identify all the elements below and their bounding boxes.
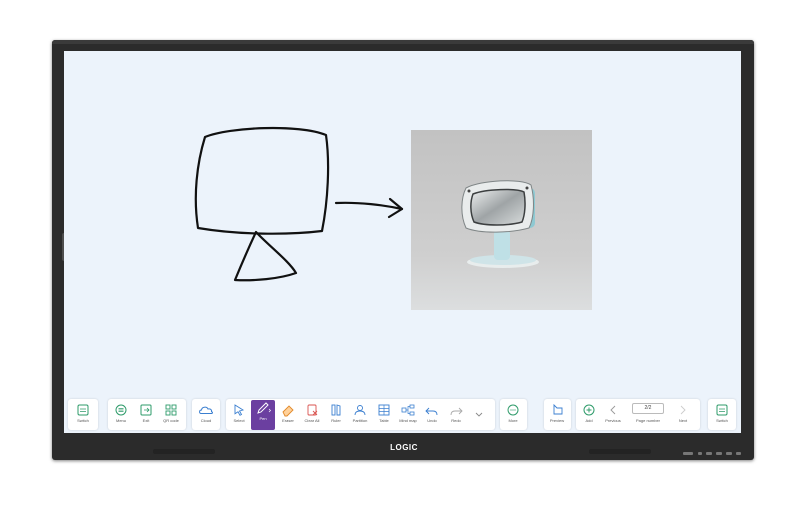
preview-button[interactable]: Preview — [546, 402, 568, 430]
pen-icon — [257, 402, 271, 414]
cloud-button[interactable]: Cloud — [195, 402, 217, 430]
page-navigation-group: Add Previous 2/2 Page number Next — [576, 399, 700, 430]
port-3 — [706, 452, 712, 455]
cursor-icon — [234, 404, 245, 416]
eraser-tool[interactable]: Eraser — [277, 402, 299, 430]
cloud-icon — [199, 406, 213, 414]
more-group: More — [500, 399, 527, 430]
right-switch-button[interactable]: Switch — [711, 402, 733, 430]
add-icon — [583, 404, 595, 416]
clear-all-label: Clear All — [304, 418, 320, 423]
clear-all-icon — [307, 404, 318, 416]
right-speaker-grille — [589, 449, 651, 454]
right-switch-label: Switch — [716, 418, 728, 423]
left-switch-group: Switch — [68, 399, 98, 430]
mind-map-tool[interactable]: Mind map — [397, 402, 419, 430]
bottom-toolbar: Switch Menu Exit QR code Cloud Select Pe… — [64, 396, 741, 433]
clear-all-tool[interactable]: Clear All — [301, 402, 323, 430]
bezel-top-edge — [52, 40, 754, 44]
add-label: Add — [585, 418, 593, 423]
cloud-group: Cloud — [192, 399, 220, 430]
ruler-tool[interactable]: Ruler — [325, 402, 347, 430]
port-6 — [736, 452, 741, 455]
port-5 — [726, 452, 732, 455]
mind-map-icon — [401, 404, 415, 416]
preview-icon — [553, 403, 563, 415]
undo-tool[interactable]: Undo — [421, 402, 443, 430]
partition-tool[interactable]: Partition — [349, 402, 371, 430]
whiteboard-screen[interactable]: Switch Menu Exit QR code Cloud Select Pe… — [64, 51, 741, 433]
previous-page-button[interactable]: Previous — [602, 402, 624, 430]
eraser-icon — [282, 405, 294, 417]
redo-tool[interactable]: Redo — [445, 402, 467, 430]
menu-button[interactable]: Menu — [110, 402, 132, 430]
chevron-right-icon — [680, 405, 686, 415]
chevron-left-icon — [610, 405, 616, 415]
redo-label: Redo — [451, 418, 461, 423]
select-tool[interactable]: Select — [228, 402, 250, 430]
expand-tools-button[interactable] — [469, 402, 489, 430]
sketch-layer[interactable] — [64, 51, 741, 396]
more-icon — [507, 404, 519, 416]
partition-label: Partition — [352, 418, 368, 423]
menu-label: Menu — [115, 418, 126, 423]
chevron-down-icon — [475, 412, 483, 417]
more-button[interactable]: More — [502, 402, 524, 430]
redo-icon — [450, 407, 463, 416]
ruler-label: Ruler — [331, 418, 341, 423]
exit-label: Exit — [142, 418, 150, 423]
undo-label: Undo — [427, 418, 437, 423]
qr-code-button[interactable]: QR code — [160, 402, 182, 430]
page-number-label: Page number — [635, 418, 660, 423]
page-number-field[interactable]: 2/2 — [632, 403, 664, 414]
add-page-button[interactable]: Add — [578, 402, 600, 430]
port-2 — [698, 452, 702, 455]
pen-label: Pen — [259, 416, 267, 421]
ruler-icon — [331, 404, 341, 416]
previous-label: Previous — [605, 418, 621, 423]
pen-tool[interactable]: Pen — [251, 400, 275, 430]
menu-icon — [115, 404, 127, 416]
preview-group: Preview — [544, 399, 571, 430]
exit-button[interactable]: Exit — [135, 402, 157, 430]
table-tool[interactable]: Table — [373, 402, 395, 430]
left-speaker-grille — [153, 449, 215, 454]
select-label: Select — [233, 418, 245, 423]
cloud-label: Cloud — [200, 418, 212, 423]
undo-icon — [425, 407, 438, 416]
drawing-tools-group: Select Pen Eraser Clear All Ruler Partit… — [226, 399, 495, 430]
next-page-button[interactable]: Next — [672, 402, 694, 430]
exit-icon — [140, 404, 152, 416]
left-switch-button[interactable]: Switch — [72, 402, 94, 430]
switch-icon — [77, 404, 89, 416]
eraser-label: Eraser — [282, 418, 294, 423]
usb-port — [683, 452, 693, 455]
left-switch-label: Switch — [77, 418, 89, 423]
hand-drawn-monitor-sketch — [194, 126, 404, 282]
qr-code-label: QR code — [163, 418, 179, 423]
partition-icon — [354, 405, 366, 416]
qr-code-icon — [165, 404, 177, 416]
right-switch-group: Switch — [708, 399, 736, 430]
mind-map-label: Mind map — [399, 418, 417, 423]
retro-monitor-image[interactable] — [411, 130, 592, 310]
brand-logo: LOGIC — [390, 443, 418, 452]
table-icon — [378, 404, 390, 416]
switch-icon — [716, 404, 728, 416]
system-group: Menu Exit QR code — [108, 399, 186, 430]
preview-label: Preview — [549, 418, 565, 423]
more-label: More — [508, 418, 518, 423]
port-4 — [716, 452, 722, 455]
table-label: Table — [379, 418, 389, 423]
next-label: Next — [678, 418, 688, 423]
